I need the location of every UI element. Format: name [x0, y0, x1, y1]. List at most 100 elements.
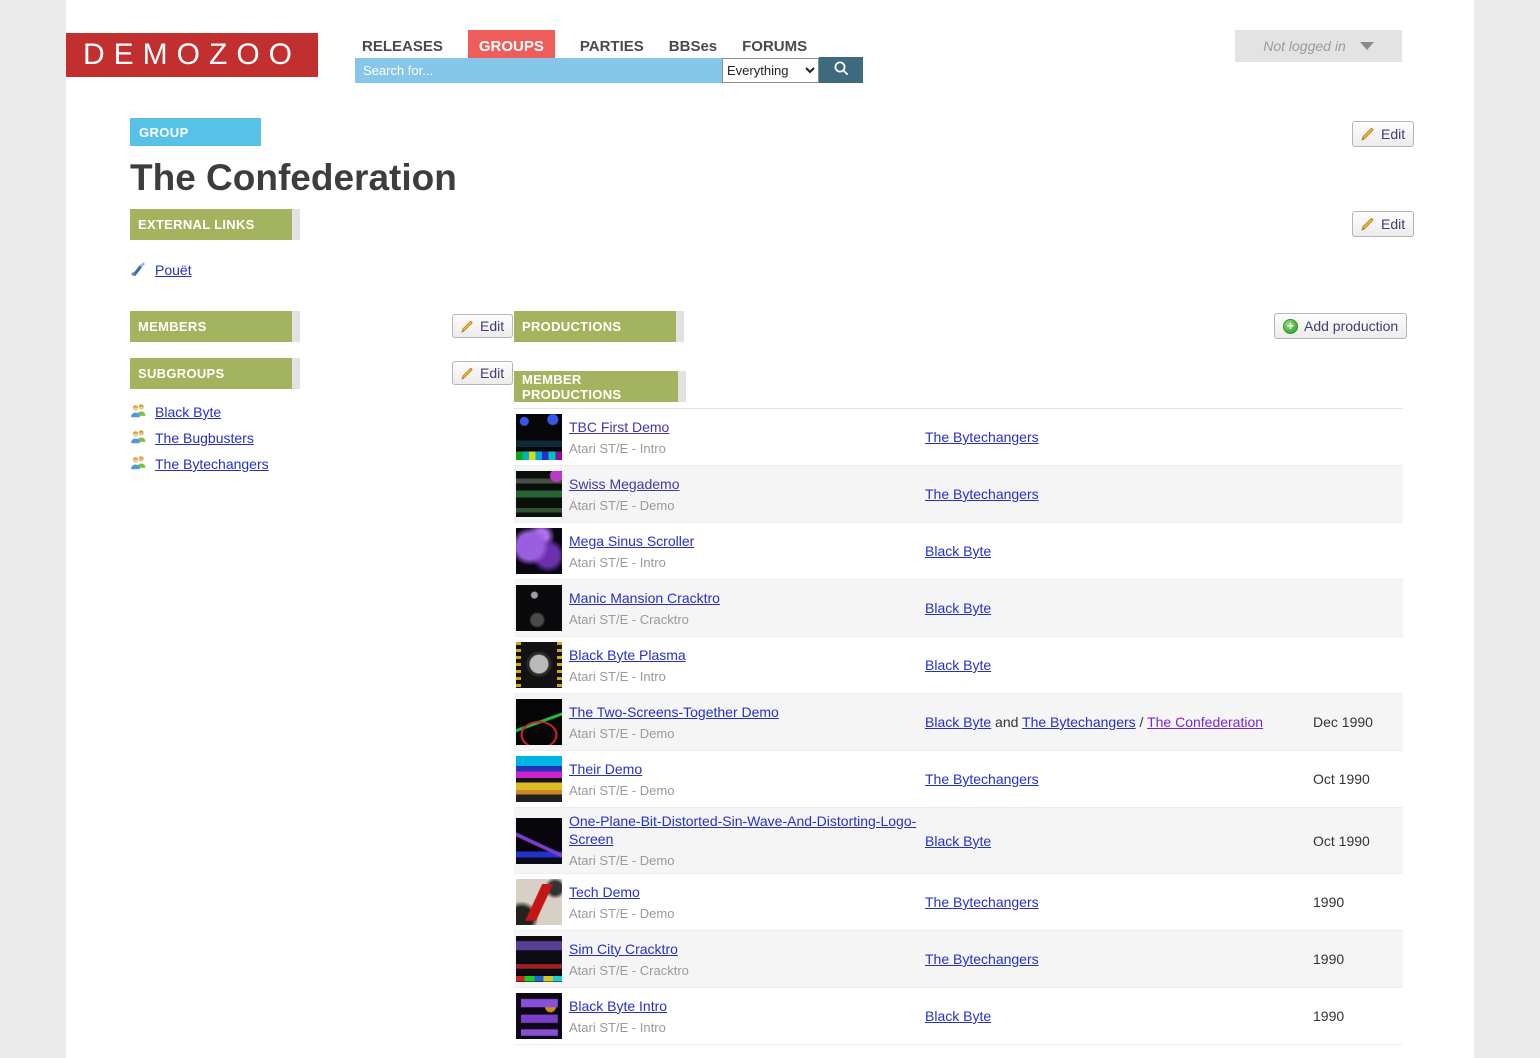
production-title-link[interactable]: The Two-Screens-Together Demo — [569, 704, 779, 720]
edit-external-links-button[interactable]: Edit — [1352, 211, 1414, 237]
production-row: One-Plane-Bit-Distorted-Sin-Wave-And-Dis… — [514, 808, 1403, 874]
external-links-heading: EXTERNAL LINKS — [130, 209, 292, 240]
nav-item-parties[interactable]: PARTIES — [580, 38, 644, 55]
author-link[interactable]: The Confederation — [1147, 714, 1263, 730]
author-link[interactable]: The Bytechangers — [925, 429, 1039, 445]
production-authors: The Bytechangers — [925, 894, 1313, 910]
search-icon — [833, 60, 850, 80]
production-title-link[interactable]: One-Plane-Bit-Distorted-Sin-Wave-And-Dis… — [569, 813, 916, 847]
pencil-icon — [1361, 217, 1375, 231]
pencil-icon — [461, 367, 474, 380]
production-authors: Black Byte — [925, 657, 1313, 673]
subgroups-heading: SUBGROUPS — [130, 358, 292, 389]
production-platform-type: Atari ST/E - Cracktro — [569, 963, 925, 978]
author-link[interactable]: The Bytechangers — [1022, 714, 1136, 730]
author-link[interactable]: The Bytechangers — [925, 771, 1039, 787]
production-title-link[interactable]: Black Byte Intro — [569, 998, 667, 1014]
production-title-link[interactable]: Sim City Cracktro — [569, 941, 678, 957]
production-platform-type: Atari ST/E - Intro — [569, 669, 925, 684]
production-date: 1990 — [1313, 951, 1403, 967]
search-scope-select[interactable]: Everything — [722, 58, 819, 83]
production-date: 1990 — [1313, 894, 1403, 910]
group-type-badge: GROUP — [130, 118, 261, 146]
production-title-link[interactable]: Swiss Megademo — [569, 476, 680, 492]
production-row: Their Demo Atari ST/E - Demo The Bytecha… — [514, 751, 1403, 808]
subgroup-list: Black Byte The Bugbusters — [130, 399, 269, 477]
production-authors: The Bytechangers — [925, 429, 1313, 445]
search-input[interactable] — [355, 58, 722, 83]
production-row: Mega Sinus Scroller Atari ST/E - Intro B… — [514, 523, 1403, 580]
group-people-icon — [130, 428, 147, 448]
production-thumbnail[interactable] — [516, 756, 562, 802]
author-link[interactable]: The Bytechangers — [925, 486, 1039, 502]
caret-down-icon — [1360, 42, 1374, 50]
production-authors: Black Byte — [925, 1008, 1313, 1024]
subgroup-link[interactable]: The Bugbusters — [155, 430, 254, 446]
production-authors: The Bytechangers — [925, 771, 1313, 787]
author-link[interactable]: Black Byte — [925, 714, 991, 730]
production-platform-type: Atari ST/E - Demo — [569, 906, 925, 921]
production-authors: Black Byte and The Bytechangers / The Co… — [925, 714, 1313, 730]
production-platform-type: Atari ST/E - Demo — [569, 726, 925, 741]
production-authors: Black Byte — [925, 600, 1313, 616]
member-productions-table: TBC First Demo Atari ST/E - Intro The By… — [514, 408, 1403, 1045]
group-people-icon — [130, 402, 147, 422]
demozoo-logo[interactable]: DEMOZOO — [66, 33, 318, 77]
author-link[interactable]: The Bytechangers — [925, 951, 1039, 967]
production-title-link[interactable]: Their Demo — [569, 761, 642, 777]
production-authors: Black Byte — [925, 833, 1313, 849]
nav-item-bbses[interactable]: BBSes — [669, 38, 717, 55]
production-thumbnail[interactable] — [516, 414, 562, 460]
user-menu[interactable]: Not logged in — [1235, 30, 1402, 62]
author-link[interactable]: Black Byte — [925, 657, 991, 673]
subgroup-link[interactable]: Black Byte — [155, 404, 221, 420]
production-row: Sim City Cracktro Atari ST/E - Cracktro … — [514, 931, 1403, 988]
production-authors: The Bytechangers — [925, 951, 1313, 967]
production-thumbnail[interactable] — [516, 528, 562, 574]
pouet-link[interactable]: Pouët — [155, 262, 192, 278]
edit-group-button[interactable]: Edit — [1352, 121, 1414, 147]
subgroup-item: The Bugbusters — [130, 425, 269, 451]
author-link[interactable]: Black Byte — [925, 543, 991, 559]
edit-members-button[interactable]: Edit — [452, 314, 513, 338]
production-thumbnail[interactable] — [516, 585, 562, 631]
subgroup-item: Black Byte — [130, 399, 269, 425]
production-title-link[interactable]: Tech Demo — [569, 884, 640, 900]
search-bar: Everything — [355, 57, 863, 83]
subgroup-link[interactable]: The Bytechangers — [155, 456, 269, 472]
production-row: Swiss Megademo Atari ST/E - Demo The Byt… — [514, 466, 1403, 523]
production-title-link[interactable]: Black Byte Plasma — [569, 647, 686, 663]
production-thumbnail[interactable] — [516, 699, 562, 745]
author-link[interactable]: Black Byte — [925, 833, 991, 849]
add-production-button[interactable]: + Add production — [1274, 313, 1407, 339]
production-title-link[interactable]: TBC First Demo — [569, 419, 669, 435]
production-date: Dec 1990 — [1313, 714, 1403, 730]
production-date: Oct 1990 — [1313, 771, 1403, 787]
production-date: Oct 1990 — [1313, 833, 1403, 849]
member-productions-heading: MEMBER PRODUCTIONS — [514, 371, 678, 402]
production-title-link[interactable]: Mega Sinus Scroller — [569, 533, 694, 549]
production-thumbnail[interactable] — [516, 936, 562, 982]
production-thumbnail[interactable] — [516, 471, 562, 517]
production-thumbnail[interactable] — [516, 879, 562, 925]
production-title-link[interactable]: Manic Mansion Cracktro — [569, 590, 720, 606]
author-link[interactable]: Black Byte — [925, 600, 991, 616]
search-button[interactable] — [819, 57, 863, 83]
production-row: The Two-Screens-Together Demo Atari ST/E… — [514, 694, 1403, 751]
author-link[interactable]: The Bytechangers — [925, 894, 1039, 910]
pencil-icon — [1361, 127, 1375, 141]
author-link[interactable]: Black Byte — [925, 1008, 991, 1024]
production-thumbnail[interactable] — [516, 818, 562, 864]
edit-subgroups-button[interactable]: Edit — [452, 361, 513, 385]
group-people-icon — [130, 454, 147, 474]
production-platform-type: Atari ST/E - Intro — [569, 555, 925, 570]
production-row: Black Byte Intro Atari ST/E - Intro Blac… — [514, 988, 1403, 1045]
production-thumbnail[interactable] — [516, 642, 562, 688]
production-date: 1990 — [1313, 1008, 1403, 1024]
pencil-icon — [461, 320, 474, 333]
production-thumbnail[interactable] — [516, 993, 562, 1039]
nav-item-forums[interactable]: FORUMS — [742, 38, 807, 55]
production-platform-type: Atari ST/E - Intro — [569, 1020, 925, 1035]
nav-item-releases[interactable]: RELEASES — [362, 38, 443, 55]
production-authors: The Bytechangers — [925, 486, 1313, 502]
